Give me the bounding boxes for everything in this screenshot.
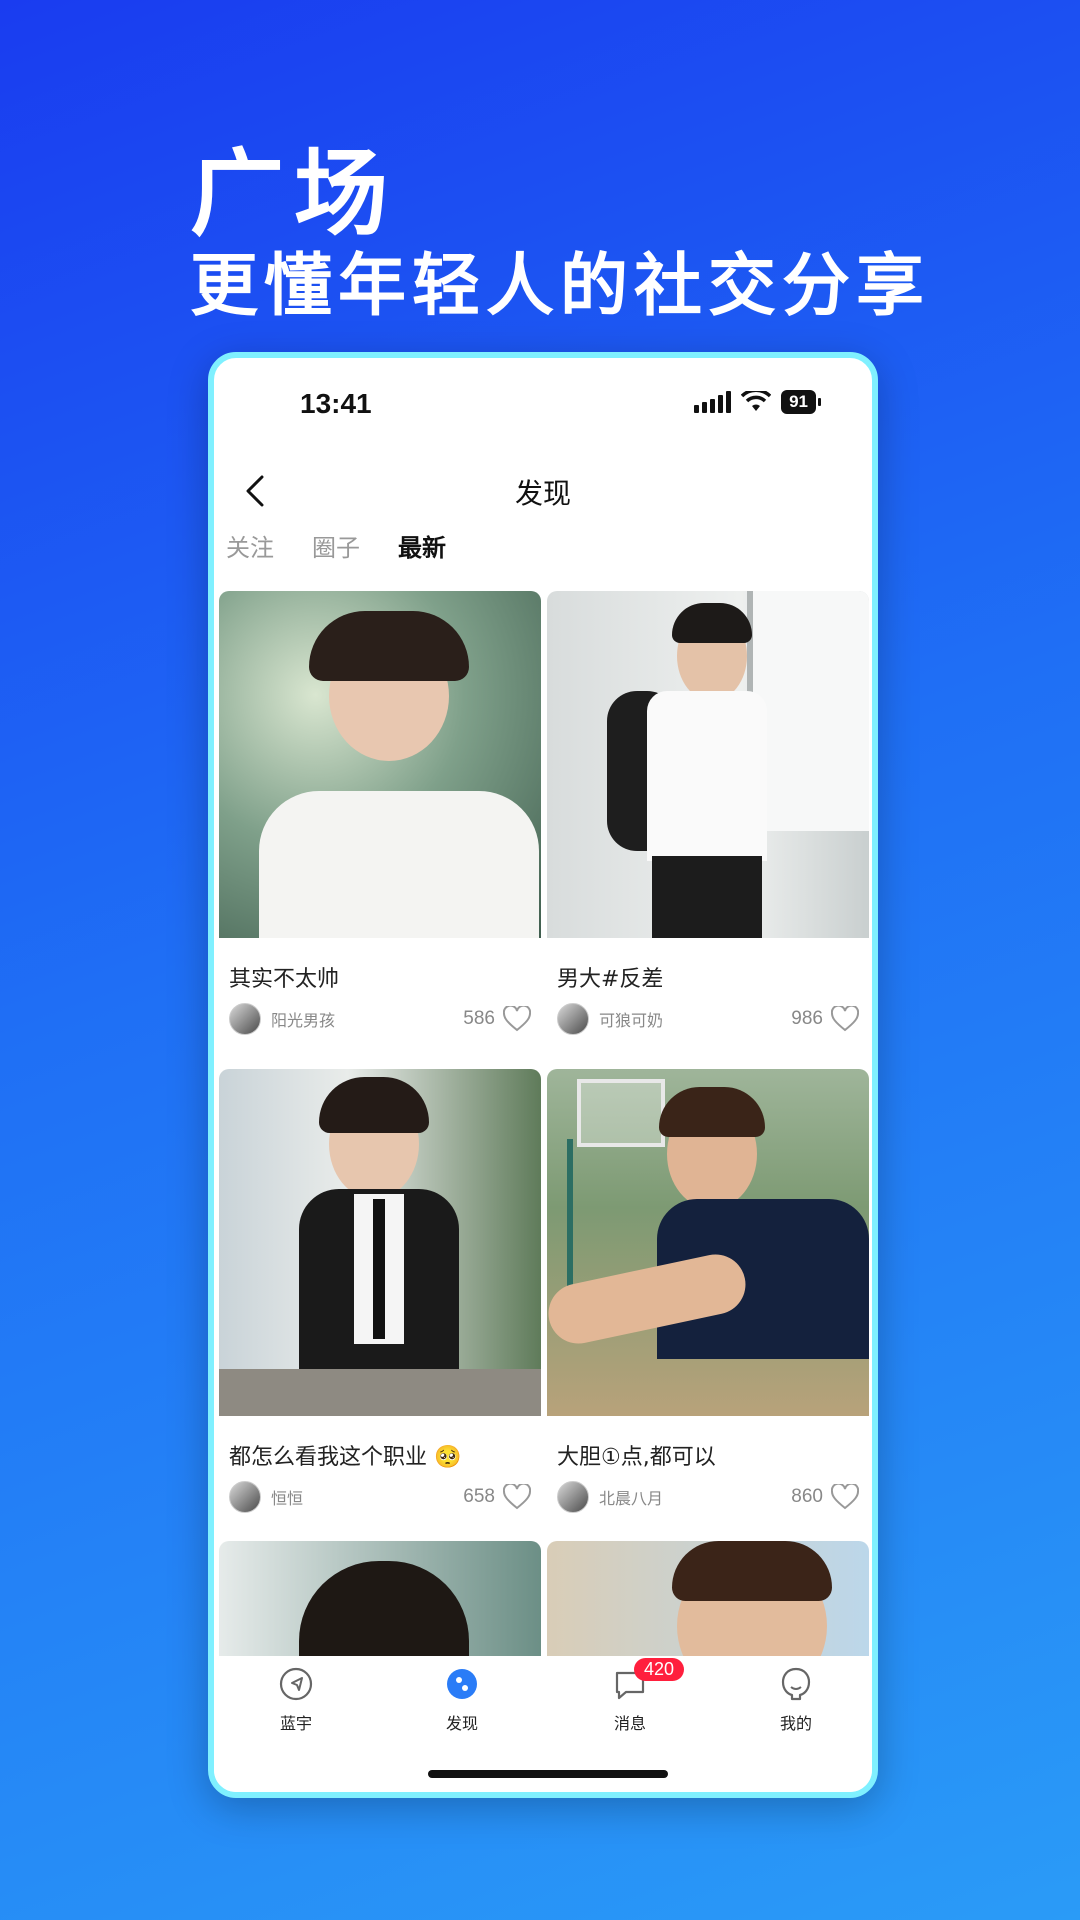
- nav-item-profile[interactable]: 我的: [756, 1666, 836, 1734]
- post-meta: 北晨八月 860: [557, 1481, 859, 1513]
- avatar[interactable]: [229, 1481, 261, 1513]
- battery-icon: 91: [781, 390, 821, 414]
- wifi-icon: [741, 391, 772, 411]
- heart-icon[interactable]: [831, 1006, 859, 1032]
- avatar[interactable]: [557, 1003, 589, 1035]
- nav-label: 发现: [445, 1714, 478, 1733]
- author-name[interactable]: 北晨八月: [599, 1485, 791, 1509]
- post-title: 其实不太帅: [229, 967, 340, 992]
- phone-screen: 13:41 91 发现 关注 圈子 最新 其实不太帅 阳光男孩 586 男大#反…: [208, 352, 878, 1798]
- post-meta: 可狼可奶 986: [557, 1003, 859, 1035]
- signal-icon: [694, 391, 732, 413]
- tab-bar: 关注 圈子 最新: [226, 528, 446, 563]
- tab-circles[interactable]: 圈子: [312, 528, 360, 563]
- status-bar: 13:41 91: [214, 358, 872, 448]
- nav-bar: 发现: [214, 458, 872, 528]
- like-count: 986: [791, 1008, 823, 1029]
- post-card[interactable]: 男大#反差 可狼可奶 986: [547, 591, 869, 1051]
- post-image: [219, 591, 541, 938]
- compass-icon: [279, 1667, 313, 1701]
- post-title: 都怎么看我这个职业 🥺: [229, 1445, 462, 1470]
- post-title: 大胆①点,都可以: [557, 1445, 716, 1470]
- like-count: 860: [791, 1486, 823, 1507]
- heart-icon[interactable]: [503, 1006, 531, 1032]
- heart-icon[interactable]: [831, 1484, 859, 1510]
- bottom-nav: 蓝宇 发现 420 消息 我的: [214, 1656, 872, 1792]
- post-meta: 阳光男孩 586: [229, 1003, 531, 1035]
- nav-label: 蓝宇: [279, 1714, 312, 1733]
- post-image: [547, 591, 869, 938]
- nav-item-lanyu[interactable]: 蓝宇: [256, 1666, 336, 1734]
- post-card[interactable]: 其实不太帅 阳光男孩 586: [219, 591, 541, 1051]
- post-image: [547, 1069, 869, 1416]
- post-title: 男大#反差: [557, 967, 664, 992]
- nav-item-messages[interactable]: 420 消息: [590, 1658, 685, 1734]
- author-name[interactable]: 可狼可奶: [599, 1007, 791, 1031]
- author-name[interactable]: 阳光男孩: [271, 1007, 463, 1031]
- discover-icon: [447, 1669, 477, 1699]
- like-count: 586: [463, 1008, 495, 1029]
- heart-icon[interactable]: [503, 1484, 531, 1510]
- like-count: 658: [463, 1486, 495, 1507]
- home-indicator[interactable]: [428, 1770, 668, 1778]
- post-card[interactable]: 都怎么看我这个职业 🥺 恒恒 658: [219, 1069, 541, 1529]
- unread-badge: 420: [634, 1658, 685, 1681]
- profile-icon: [781, 1667, 811, 1701]
- hero-subtitle: 更懂年轻人的社交分享: [190, 247, 931, 326]
- status-icons: 91: [694, 390, 821, 414]
- status-time: 13:41: [300, 388, 372, 419]
- nav-label: 我的: [779, 1714, 812, 1733]
- tab-latest[interactable]: 最新: [398, 528, 446, 563]
- avatar[interactable]: [229, 1003, 261, 1035]
- post-card[interactable]: 大胆①点,都可以 北晨八月 860: [547, 1069, 869, 1529]
- post-meta: 恒恒 658: [229, 1481, 531, 1513]
- nav-item-discover[interactable]: 发现: [422, 1666, 502, 1734]
- avatar[interactable]: [557, 1481, 589, 1513]
- tab-follow[interactable]: 关注: [226, 528, 274, 563]
- author-name[interactable]: 恒恒: [271, 1485, 463, 1509]
- post-image: [219, 1069, 541, 1416]
- page-title: 发现: [514, 477, 571, 510]
- nav-label: 消息: [613, 1714, 646, 1733]
